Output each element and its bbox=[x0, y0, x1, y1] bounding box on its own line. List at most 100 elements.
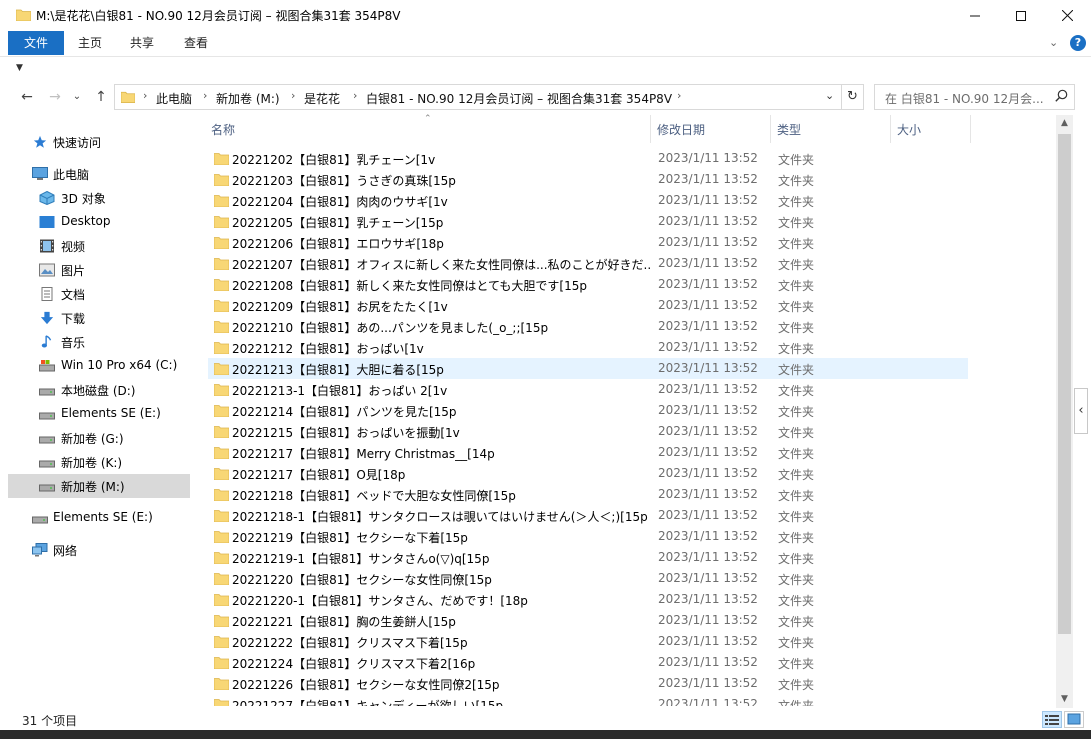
file-type: 文件夹 bbox=[778, 174, 815, 188]
table-row[interactable]: 20221203【白银81】うさぎの真珠[15p 2023/1/11 13:52 文… bbox=[208, 169, 968, 190]
table-row[interactable]: 20221215【白银81】おっぱいを振動[1v 2023/1/11 13:52 文… bbox=[208, 421, 968, 442]
table-row[interactable]: 20221226【白银81】セクシーな女性同僚2[15p 2023/1/11 13… bbox=[208, 673, 968, 694]
file-name: 20221204【白银81】肉肉のウサギ[1v bbox=[232, 195, 448, 209]
table-row[interactable]: 20221218【白银81】ベッドで大胆な女性同僚[15p 2023/1/11 1… bbox=[208, 484, 968, 505]
column-size[interactable]: 大小 bbox=[897, 121, 921, 138]
table-row[interactable]: 20221221【白银81】胸の生姜餅人[15p 2023/1/11 13:52 文… bbox=[208, 610, 968, 631]
table-row[interactable]: 20221214【白银81】パンツを見た[15p 2023/1/11 13:52 文… bbox=[208, 400, 968, 421]
table-row[interactable]: 20221222【白银81】クリスマス下着[15p 2023/1/11 13:52… bbox=[208, 631, 968, 652]
sidebar-item-documents[interactable]: 文档 bbox=[8, 282, 190, 306]
breadcrumb-drive[interactable]: 新加卷 (M:) bbox=[216, 90, 280, 107]
tab-file[interactable]: 文件 bbox=[8, 31, 64, 55]
sidebar-item-videos[interactable]: 视频 bbox=[8, 234, 190, 258]
folder-icon bbox=[214, 405, 229, 417]
table-row[interactable]: 20221206【白银81】エロウサギ[18p 2023/1/11 13:52 文件… bbox=[208, 232, 968, 253]
preview-pane-toggle-icon[interactable]: ‹ bbox=[1074, 388, 1088, 434]
up-button[interactable]: ↑ bbox=[90, 86, 112, 108]
column-divider[interactable] bbox=[890, 115, 891, 143]
table-row[interactable]: 20221217【白银81】Merry Christmas__[14p 2023/… bbox=[208, 442, 968, 463]
search-box[interactable]: 在 白银81 - NO.90 12月会... bbox=[874, 84, 1075, 110]
forward-button[interactable]: → bbox=[44, 86, 66, 108]
breadcrumb-separator-icon[interactable]: › bbox=[677, 89, 681, 102]
file-date-modified: 2023/1/11 13:52 bbox=[658, 235, 758, 249]
table-row[interactable]: 20221209【白银81】お尻をたたく[1v 2023/1/11 13:52 文件… bbox=[208, 295, 968, 316]
breadcrumb-separator-icon[interactable]: › bbox=[353, 89, 357, 102]
column-type[interactable]: 类型 bbox=[777, 121, 801, 138]
column-date-modified[interactable]: 修改日期 bbox=[657, 121, 705, 138]
scrollbar-thumb[interactable] bbox=[1058, 134, 1071, 634]
sidebar-item-drive-g[interactable]: 新加卷 (G:) bbox=[8, 426, 190, 450]
column-divider[interactable] bbox=[970, 115, 971, 143]
scroll-up-icon[interactable]: ▲ bbox=[1056, 115, 1073, 132]
sidebar-item-external-drive-e[interactable]: Elements SE (E:) bbox=[8, 506, 190, 530]
sidebar-item-drive-c[interactable]: Win 10 Pro x64 (C:) bbox=[8, 354, 190, 378]
table-row[interactable]: 20221220【白银81】セクシーな女性同僚[15p 2023/1/11 13:… bbox=[208, 568, 968, 589]
table-row[interactable]: 20221212【白银81】おっぱい[1v 2023/1/11 13:52 文件夹 bbox=[208, 337, 968, 358]
desktop-icon bbox=[39, 216, 55, 228]
table-row[interactable]: 20221219【白银81】セクシーな下着[15p 2023/1/11 13:52… bbox=[208, 526, 968, 547]
refresh-button[interactable]: ↻ bbox=[842, 84, 864, 110]
column-name[interactable]: 名称 bbox=[211, 121, 235, 138]
table-row[interactable]: 20221207【白银81】オフィスに新しく来た女性同僚は...私のことが好きだ… bbox=[208, 253, 968, 274]
breadcrumb-current[interactable]: 白银81 - NO.90 12月会员订阅 – 视图合集31套 354P8V bbox=[366, 90, 672, 107]
sidebar-item-drive-d[interactable]: 本地磁盘 (D:) bbox=[8, 378, 190, 402]
tab-home[interactable]: 主页 bbox=[66, 31, 114, 55]
scroll-down-icon[interactable]: ▼ bbox=[1056, 691, 1073, 708]
maximize-button[interactable] bbox=[998, 0, 1044, 31]
table-row[interactable]: 20221204【白银81】肉肉のウサギ[1v 2023/1/11 13:52 文件… bbox=[208, 190, 968, 211]
sidebar-item-music[interactable]: 音乐 bbox=[8, 330, 190, 354]
breadcrumb-separator-icon[interactable]: › bbox=[203, 89, 207, 102]
tab-view[interactable]: 查看 bbox=[172, 31, 220, 55]
sidebar-item-drive-k[interactable]: 新加卷 (K:) bbox=[8, 450, 190, 474]
sidebar-item-desktop[interactable]: Desktop bbox=[8, 210, 190, 234]
tab-share[interactable]: 共享 bbox=[118, 31, 166, 55]
file-type: 文件夹 bbox=[778, 279, 815, 293]
sidebar-item-label: 图片 bbox=[61, 264, 86, 278]
breadcrumb-this-pc[interactable]: 此电脑 bbox=[156, 90, 192, 107]
table-row[interactable]: 20221210【白银81】あの...パンツを見ました(_o_;;[15p 202… bbox=[208, 316, 968, 337]
close-button[interactable] bbox=[1044, 0, 1090, 31]
help-icon[interactable]: ? bbox=[1070, 35, 1086, 51]
search-input[interactable]: 在 白银81 - NO.90 12月会... bbox=[885, 90, 1045, 107]
quick-access-toolbar: ▼ bbox=[0, 56, 1091, 81]
table-row[interactable]: 20221220-1【白银81】サンタさん、だめです！[18p 2023/1/11… bbox=[208, 589, 968, 610]
address-dropdown-icon[interactable]: ⌄ bbox=[825, 89, 834, 102]
table-row[interactable]: 20221224【白银81】クリスマス下着2[16p 2023/1/11 13:5… bbox=[208, 652, 968, 673]
table-row[interactable]: 20221213【白银81】大胆に着る[15p 2023/1/11 13:52 文件… bbox=[208, 358, 968, 379]
file-name: 20221217【白银81】O見[18p bbox=[232, 468, 406, 482]
table-row[interactable]: 20221205【白银81】乳チェーン[15p 2023/1/11 13:52 文件… bbox=[208, 211, 968, 232]
sidebar-item-this-pc[interactable]: 此电脑 bbox=[8, 162, 190, 186]
breadcrumb-folder[interactable]: 是花花 bbox=[304, 90, 340, 107]
table-row[interactable]: 20221202【白银81】乳チェーン[1v 2023/1/11 13:52 文件夹 bbox=[208, 148, 968, 169]
breadcrumb-separator-icon[interactable]: › bbox=[291, 89, 295, 102]
vertical-scrollbar[interactable]: ▲ ▼ bbox=[1056, 115, 1073, 708]
minimize-button[interactable] bbox=[952, 0, 998, 31]
table-row[interactable]: 20221218-1【白银81】サンタクロースは覗いてはいけません(＞人＜;)[… bbox=[208, 505, 968, 526]
table-row[interactable]: 20221219-1【白银81】サンタさんo(▽)q[15p 2023/1/11 … bbox=[208, 547, 968, 568]
table-row[interactable]: 20221227【白银81】キャンディーが欲しい[15p 2023/1/11 13… bbox=[208, 694, 968, 706]
table-row[interactable]: 20221213-1【白银81】おっぱい 2[1v 2023/1/11 13:52… bbox=[208, 379, 968, 400]
back-button[interactable]: ← bbox=[16, 86, 38, 108]
sidebar-item-3d-objects[interactable]: 3D 对象 bbox=[8, 186, 190, 210]
ribbon-expand-icon[interactable]: ⌄ bbox=[1049, 36, 1058, 49]
file-date-modified: 2023/1/11 13:52 bbox=[658, 697, 758, 706]
sidebar-item-drive-e[interactable]: Elements SE (E:) bbox=[8, 402, 190, 426]
sidebar-item-downloads[interactable]: 下载 bbox=[8, 306, 190, 330]
column-divider[interactable] bbox=[650, 115, 651, 143]
table-row[interactable]: 20221208【白银81】新しく来た女性同僚はとても大胆です[15p 2023/… bbox=[208, 274, 968, 295]
download-icon bbox=[40, 311, 54, 325]
folder-icon bbox=[214, 678, 229, 690]
sidebar-item-quick-access[interactable]: 快速访问 bbox=[8, 130, 190, 154]
details-view-button[interactable] bbox=[1042, 711, 1062, 728]
address-bar[interactable]: › 此电脑 › 新加卷 (M:) › 是花花 › 白银81 - NO.90 12… bbox=[114, 84, 842, 110]
column-divider[interactable] bbox=[770, 115, 771, 143]
sidebar-item-pictures[interactable]: 图片 bbox=[8, 258, 190, 282]
table-row[interactable]: 20221217【白银81】O見[18p 2023/1/11 13:52 文件夹 bbox=[208, 463, 968, 484]
customize-toolbar-icon[interactable]: ▼ bbox=[16, 63, 23, 73]
recent-locations-icon[interactable]: ⌄ bbox=[66, 86, 88, 108]
breadcrumb-separator-icon[interactable]: › bbox=[143, 89, 147, 102]
sidebar-item-drive-m[interactable]: 新加卷 (M:) bbox=[8, 474, 190, 498]
file-date-modified: 2023/1/11 13:52 bbox=[658, 256, 758, 270]
large-icons-view-button[interactable] bbox=[1064, 711, 1084, 728]
sidebar-item-network[interactable]: 网络 bbox=[8, 538, 190, 562]
